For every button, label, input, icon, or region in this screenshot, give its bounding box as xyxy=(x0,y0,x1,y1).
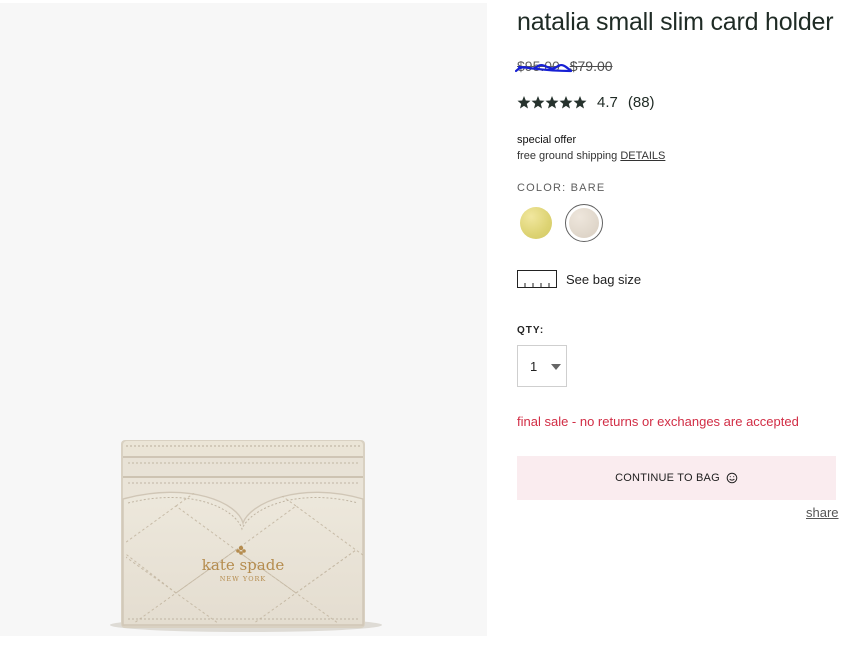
price-scribble-mark xyxy=(515,63,573,73)
share-link[interactable]: share xyxy=(806,505,839,520)
color-swatches xyxy=(517,204,617,244)
rating-stars-icon xyxy=(517,95,587,108)
chevron-down-icon xyxy=(551,364,561,370)
quantity-label: QTY: xyxy=(517,325,545,336)
quantity-value: 1 xyxy=(530,359,538,374)
color-label: COLOR: BARE xyxy=(517,182,606,194)
card-holder-image: kate spade NEW YORK xyxy=(110,440,382,632)
bag-size-label: See bag size xyxy=(566,271,642,287)
offer-heading: special offer xyxy=(517,134,577,146)
final-sale-notice: final sale - no returns or exchanges are… xyxy=(517,414,799,429)
price-row: $95.00 $79.00 xyxy=(515,58,613,78)
rating-value: 4.7 xyxy=(597,94,618,111)
special-offer: special offer free ground shipping DETAI… xyxy=(517,132,665,164)
offer-description: free ground shipping xyxy=(517,150,621,162)
color-swatch-yellow[interactable] xyxy=(520,207,552,239)
continue-button-content: CONTINUE TO BAG xyxy=(615,472,738,484)
smile-icon xyxy=(726,472,738,484)
color-swatch-bare[interactable] xyxy=(569,208,599,238)
continue-to-bag-button[interactable]: CONTINUE TO BAG xyxy=(517,456,836,500)
ruler-icon xyxy=(517,270,557,288)
original-price: $95.00 xyxy=(515,58,573,74)
product-image-panel: kate spade NEW YORK xyxy=(0,3,487,636)
bag-size-link[interactable]: See bag size xyxy=(517,270,641,288)
sale-price: $79.00 xyxy=(569,58,613,74)
product-title: natalia small slim card holder xyxy=(517,8,834,36)
quantity-select[interactable]: 1 xyxy=(517,345,567,387)
review-count[interactable]: (88) xyxy=(628,94,655,111)
offer-text: free ground shipping DETAILS xyxy=(517,148,665,164)
details-link[interactable]: DETAILS xyxy=(620,150,665,162)
brand-sub: NEW YORK xyxy=(220,575,267,583)
brand-logo: kate spade xyxy=(202,556,285,574)
continue-button-label: CONTINUE TO BAG xyxy=(615,472,720,484)
rating-row[interactable]: 4.7 (88) xyxy=(517,94,655,111)
